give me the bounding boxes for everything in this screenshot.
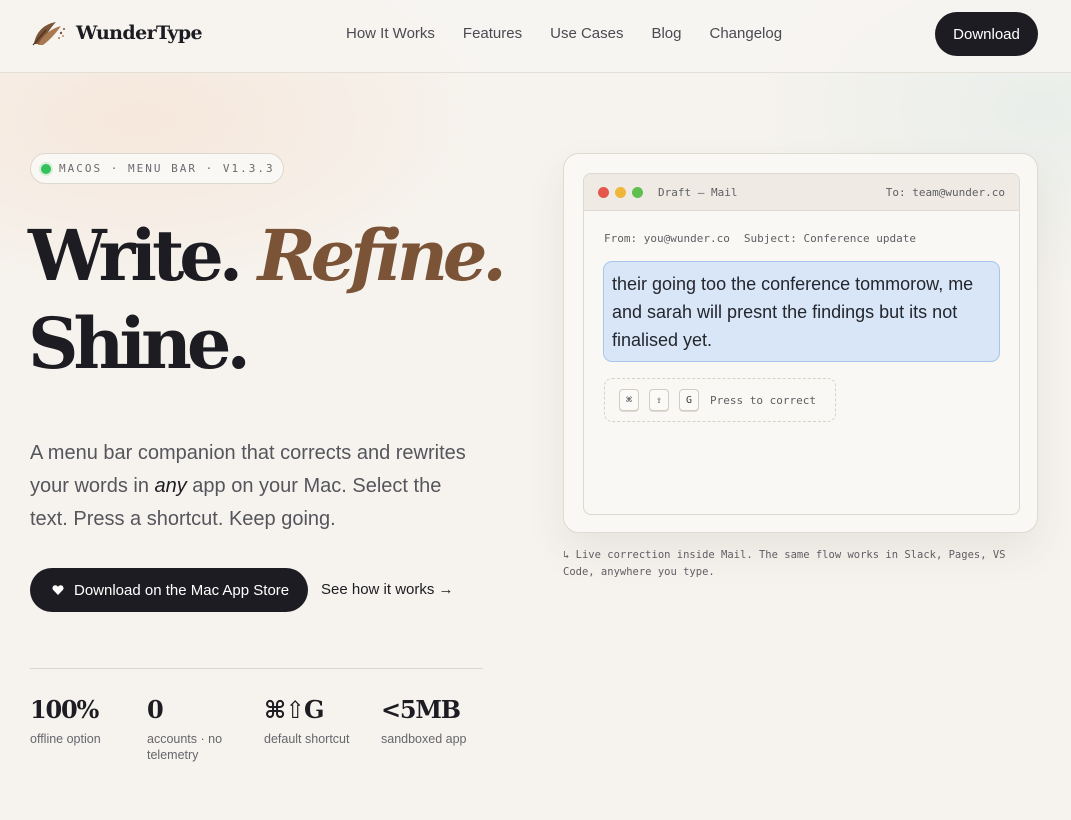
app-store-label: Download on the Mac App Store (74, 581, 290, 599)
nav-use-cases[interactable]: Use Cases (550, 25, 623, 43)
hero-description: A menu bar companion that corrects and r… (30, 437, 470, 536)
mail-window: Draft — Mail To: team@wunder.co From: yo… (583, 173, 1020, 515)
mail-from: From: you@wunder.co (604, 232, 730, 245)
see-how-link[interactable]: See how it works → (321, 581, 454, 599)
zoom-window-icon[interactable] (632, 186, 643, 198)
demo-frame: Draft — Mail To: team@wunder.co From: yo… (563, 153, 1038, 533)
stat-item: 100% offline option (30, 694, 147, 763)
mail-meta: From: you@wunder.co Subject: Conference u… (604, 232, 916, 245)
stat-label: accounts · no telemetry (147, 732, 223, 762)
close-window-icon[interactable] (598, 186, 609, 198)
mail-subject: Subject: Conference update (743, 232, 917, 245)
stat-value: 0 (147, 695, 164, 724)
command-key-icon: ⌘ (619, 389, 639, 411)
headline-shine: Shine. (28, 302, 251, 385)
stat-value: 100% (30, 695, 99, 724)
shortcut-hint-text: Press to correct (710, 393, 816, 407)
stat-label: default shortcut (264, 732, 350, 746)
mail-recipient: To: team@wunder.co (885, 186, 1005, 199)
download-button[interactable]: Download (935, 12, 1038, 56)
stat-item: <5MB sandboxed app (381, 694, 498, 763)
window-title: Draft — Mail (658, 185, 738, 199)
desc-emphasis: any (154, 475, 187, 497)
stat-label: sandboxed app (381, 732, 467, 746)
main-nav: How It Works Features Use Cases Blog Cha… (346, 25, 810, 43)
stat-value: ⌘⇧G (264, 695, 324, 724)
logo-link[interactable]: WunderType (30, 18, 203, 48)
shortcut-hint: ⌘ ⇧ G Press to correct (604, 378, 836, 422)
minimize-window-icon[interactable] (615, 186, 626, 198)
stat-item: 0 accounts · no telemetry (147, 694, 264, 763)
status-dot-icon (41, 163, 51, 174)
brand-name: WunderType (76, 22, 203, 44)
window-titlebar: Draft — Mail To: team@wunder.co (584, 174, 1019, 211)
nav-how-it-works[interactable]: How It Works (346, 25, 435, 43)
demo-caption: ↳ Live correction inside Mail. The same … (563, 549, 1006, 578)
stat-label: offline option (30, 732, 101, 746)
stat-value: <5MB (381, 695, 461, 724)
stats-row: 100% offline option 0 accounts · no tele… (30, 694, 498, 763)
headline-refine: Refine. (257, 214, 507, 297)
selected-draft-text[interactable]: their going too the conference tommorow,… (603, 261, 1000, 362)
nav-blog[interactable]: Blog (651, 25, 681, 43)
badge-text: MACOS · MENU BAR · V1.3.3 (59, 162, 275, 175)
g-key-icon: G (679, 389, 699, 411)
nav-features[interactable]: Features (463, 25, 522, 43)
stats-divider (30, 668, 483, 669)
feather-logo-icon (32, 22, 65, 46)
app-store-button[interactable]: Download on the Mac App Store (30, 568, 308, 612)
headline-write: Write. (28, 214, 243, 297)
nav-changelog[interactable]: Changelog (710, 25, 783, 43)
version-badge: MACOS · MENU BAR · V1.3.3 (30, 153, 284, 184)
stat-item: ⌘⇧G default shortcut (264, 694, 381, 763)
shift-key-icon: ⇧ (649, 389, 669, 411)
hero-headline: Write. Refine. Shine. (28, 212, 507, 388)
navbar: WunderType How It Works Features Use Cas… (0, 0, 1071, 73)
heart-icon (52, 585, 64, 595)
